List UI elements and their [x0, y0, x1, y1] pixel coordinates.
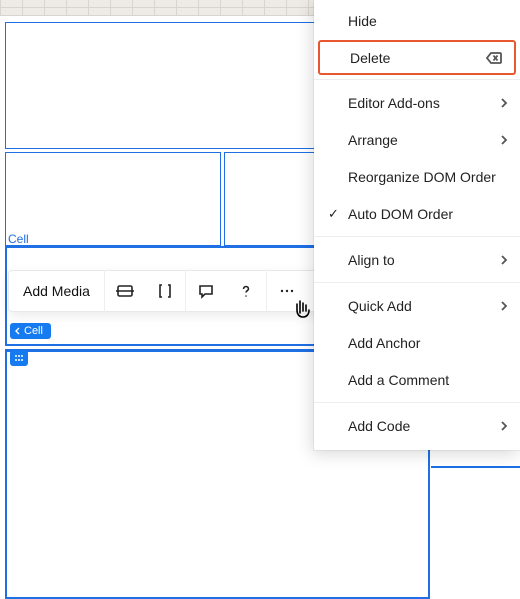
menu-separator [314, 282, 520, 283]
menu-label: Hide [348, 13, 377, 29]
menu-reorganize-dom[interactable]: Reorganize DOM Order [314, 158, 520, 195]
chevron-right-icon [500, 421, 508, 431]
menu-label: Add a Comment [348, 372, 449, 388]
editor-canvas: Cell Add Media Cell [0, 0, 520, 592]
chevron-right-icon [500, 135, 508, 145]
help-icon[interactable] [226, 270, 266, 312]
menu-label: Align to [348, 252, 395, 268]
menu-label: Quick Add [348, 298, 412, 314]
grip-icon [14, 354, 24, 362]
menu-separator [314, 79, 520, 80]
menu-separator [314, 236, 520, 237]
container-icon[interactable] [145, 270, 185, 312]
menu-label: Editor Add-ons [348, 95, 440, 111]
breadcrumb-label: Cell [24, 325, 43, 337]
menu-label: Delete [350, 50, 390, 66]
chevron-right-icon [500, 98, 508, 108]
menu-label: Add Anchor [348, 335, 420, 351]
more-options-icon[interactable] [267, 270, 307, 312]
chevron-right-icon [500, 255, 508, 265]
menu-arrange[interactable]: Arrange [314, 121, 520, 158]
element-toolbar: Add Media [8, 270, 321, 312]
menu-label: Auto DOM Order [348, 206, 453, 222]
menu-label: Reorganize DOM Order [348, 169, 496, 185]
drag-handle[interactable] [10, 350, 28, 366]
add-media-button[interactable]: Add Media [9, 283, 104, 299]
layout-cell[interactable] [5, 152, 221, 246]
menu-label: Arrange [348, 132, 398, 148]
menu-editor-addons[interactable]: Editor Add-ons [314, 84, 520, 121]
menu-quick-add[interactable]: Quick Add [314, 287, 520, 324]
menu-hide[interactable]: Hide [314, 2, 520, 39]
menu-add-comment[interactable]: Add a Comment [314, 361, 520, 398]
breadcrumb-cell[interactable]: Cell [10, 323, 51, 339]
backspace-icon [486, 52, 502, 64]
selection-label: Cell [8, 232, 29, 246]
menu-add-code[interactable]: Add Code [314, 407, 520, 444]
menu-auto-dom[interactable]: ✓ Auto DOM Order [314, 195, 520, 232]
menu-separator [314, 402, 520, 403]
menu-align-to[interactable]: Align to [314, 241, 520, 278]
menu-delete[interactable]: Delete [318, 40, 516, 75]
chevron-right-icon [500, 301, 508, 311]
menu-add-anchor[interactable]: Add Anchor [314, 324, 520, 361]
context-menu: Hide Delete Editor Add-ons Arrange Reorg… [314, 0, 520, 450]
comment-icon[interactable] [186, 270, 226, 312]
check-icon: ✓ [328, 206, 339, 222]
layout-icon[interactable] [105, 270, 145, 312]
chevron-left-icon [14, 327, 22, 335]
menu-label: Add Code [348, 418, 410, 434]
